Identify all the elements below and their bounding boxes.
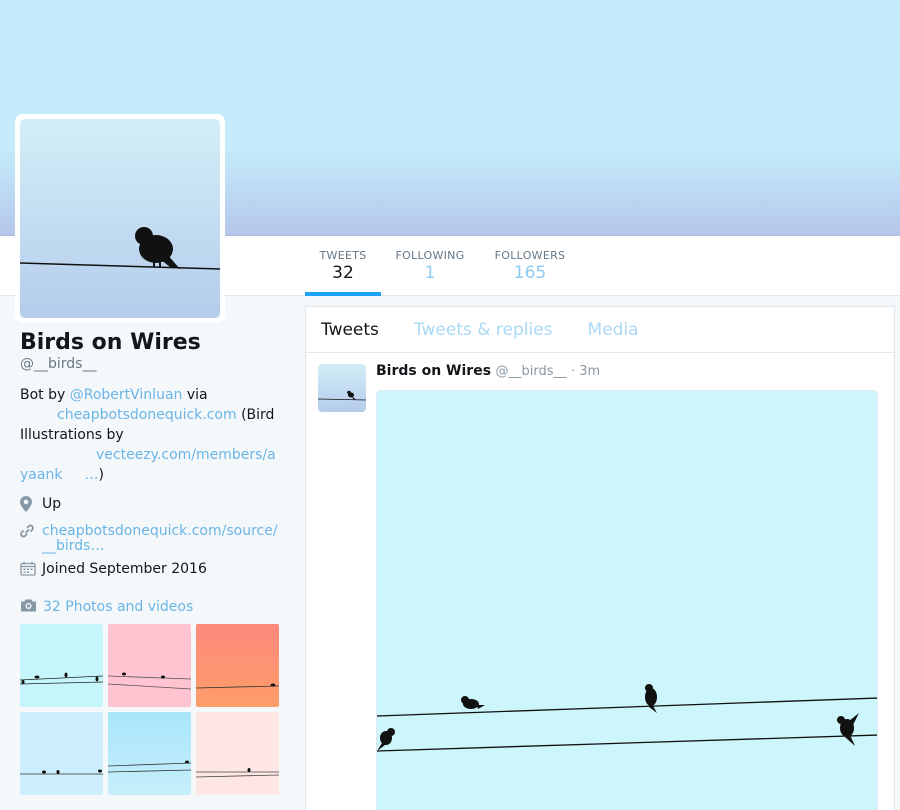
photo-grid — [20, 624, 280, 795]
tab-media[interactable]: Media — [588, 307, 639, 352]
tweet-author-name[interactable]: Birds on Wires — [376, 363, 491, 379]
link-icon — [20, 524, 42, 542]
location-row: Up — [20, 496, 282, 516]
profile-avatar[interactable] — [15, 114, 225, 323]
website-row: cheapbotsdonequick.com/source/ __birds… — [20, 524, 282, 554]
tweet-media-image[interactable] — [376, 390, 878, 810]
website-line-1: cheapbotsdonequick.com/source/ — [42, 523, 278, 539]
tweets-stat-value: 32 — [332, 263, 354, 283]
photo-thumbnail[interactable] — [108, 624, 191, 707]
bio-vecteezy-link[interactable]: vecteezy.com/members/a — [20, 447, 276, 463]
joined-text: Joined September 2016 — [42, 561, 207, 577]
following-stat-label: FOLLOWING — [395, 249, 465, 262]
bio-text: ) — [98, 467, 104, 483]
tweets-stat-label: TWEETS — [319, 249, 367, 262]
followers-stat-label: FOLLOWERS — [494, 249, 566, 262]
bio-mention-link[interactable]: @RobertVinluan — [70, 387, 183, 403]
bio-site-link[interactable]: cheapbotsdonequick.com — [20, 407, 237, 423]
photo-thumbnail[interactable] — [196, 624, 279, 707]
profile-bio: Bot by @RobertVinluan via cheapbotsdoneq… — [20, 385, 282, 485]
bio-text: Bot by — [20, 387, 70, 403]
tweet-avatar[interactable] — [318, 364, 366, 412]
tab-tweets[interactable]: Tweets — [321, 307, 379, 352]
website-line-2: __birds… — [42, 538, 105, 554]
photos-count-text: 32 Photos and videos — [43, 599, 194, 615]
following-stat-value: 1 — [424, 263, 436, 283]
tweets-stat[interactable]: TWEETS 32 — [305, 236, 381, 296]
tweet-header: Birds on Wires @__birds__ · 3m — [376, 363, 600, 379]
photo-thumbnail[interactable] — [20, 624, 103, 707]
timeline: Tweets Tweets & replies Media Birds on W… — [305, 306, 895, 810]
tab-tweets-and-replies[interactable]: Tweets & replies — [414, 307, 553, 352]
calendar-icon — [20, 561, 42, 580]
tweet-author-handle[interactable]: @__birds__ — [496, 364, 567, 379]
timeline-tabs: Tweets Tweets & replies Media — [306, 307, 894, 353]
location-text: Up — [42, 496, 62, 512]
website-link[interactable]: cheapbotsdonequick.com/source/ __birds… — [42, 524, 278, 554]
profile-card: Birds on Wires @__birds__ Bot by @Robert… — [20, 330, 282, 580]
birds-on-wires-image — [377, 684, 877, 752]
followers-stat[interactable]: FOLLOWERS 165 — [492, 236, 568, 296]
followers-stat-value: 165 — [513, 263, 547, 283]
tweet-timestamp[interactable]: · 3m — [571, 364, 600, 379]
profile-handle[interactable]: @__birds__ — [20, 356, 282, 372]
map-pin-icon — [20, 496, 42, 516]
photo-thumbnail[interactable] — [108, 712, 191, 795]
bio-ellipsis[interactable]: … — [62, 467, 98, 483]
profile-name: Birds on Wires — [20, 330, 201, 355]
photo-thumbnail[interactable] — [196, 712, 279, 795]
following-stat[interactable]: FOLLOWING 1 — [393, 236, 467, 296]
camera-icon — [20, 598, 37, 616]
joined-row: Joined September 2016 — [20, 561, 282, 580]
bio-text: via — [182, 387, 208, 403]
bio-vecteezy-link-cont[interactable]: yaank — [20, 467, 62, 483]
photos-and-videos-link[interactable]: 32 Photos and videos — [20, 598, 193, 616]
bird-on-wire-image — [20, 227, 220, 270]
photo-thumbnail[interactable] — [20, 712, 103, 795]
